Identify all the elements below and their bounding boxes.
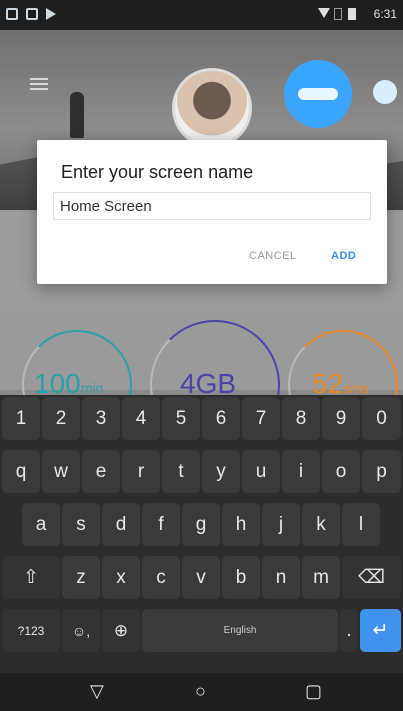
enter-arrow-icon: ↵ [372,620,389,641]
key-g[interactable]: g [182,503,220,546]
key-k[interactable]: k [302,503,340,546]
symbols-key[interactable]: ?123 [2,609,60,652]
brand-logo-icon [298,88,338,100]
key-x[interactable]: x [102,556,140,599]
key-i[interactable]: i [282,450,320,493]
brand-badge[interactable] [284,60,352,128]
shift-arrow-icon: ⇧ [23,567,39,588]
emoji-comma-icon: ☺, [71,622,91,639]
soft-keyboard: 1 2 3 4 5 6 7 8 9 0 q w e r t y u i o p … [0,395,403,673]
status-bar: 6:31 [0,0,403,30]
space-key[interactable]: English [142,609,338,652]
navigation-bar: ▽ ○ ▢ [0,673,403,711]
backspace-key[interactable]: ⌫ [342,556,401,599]
home-circle-icon[interactable]: ○ [195,681,206,702]
key-b[interactable]: b [222,556,260,599]
sd-card-notification-icon [26,8,38,20]
hamburger-menu-icon[interactable] [30,78,48,90]
key-1[interactable]: 1 [2,397,40,440]
add-button[interactable]: ADD [331,250,356,262]
key-f[interactable]: f [142,503,180,546]
key-t[interactable]: t [162,450,200,493]
key-h[interactable]: h [222,503,260,546]
recents-square-icon[interactable]: ▢ [305,681,322,702]
key-3[interactable]: 3 [82,397,120,440]
clock: 6:31 [373,7,397,21]
key-p[interactable]: p [362,450,401,493]
hiker-image [70,92,84,138]
wifi-icon [318,8,330,18]
cancel-button[interactable]: CANCEL [249,250,297,262]
signal-icon [334,8,342,20]
language-key[interactable]: ⊕ [102,609,140,652]
key-o[interactable]: o [322,450,360,493]
backspace-icon: ⌫ [358,567,385,588]
key-v[interactable]: v [182,556,220,599]
key-r[interactable]: r [122,450,160,493]
dialog-title: Enter your screen name [61,162,254,182]
key-j[interactable]: j [262,503,300,546]
globe-icon: ⊕ [113,620,129,640]
key-l[interactable]: l [342,503,380,546]
key-0[interactable]: 0 [362,397,401,440]
screen-name-dialog: Enter your screen name CANCEL ADD [37,140,387,284]
key-5[interactable]: 5 [162,397,200,440]
key-8[interactable]: 8 [282,397,320,440]
screen-name-input[interactable] [53,192,371,220]
key-d[interactable]: d [102,503,140,546]
key-u[interactable]: u [242,450,280,493]
key-m[interactable]: m [302,556,340,599]
image-notification-icon [6,8,18,20]
key-9[interactable]: 9 [322,397,360,440]
comma-key[interactable]: ☺, [62,609,100,652]
key-s[interactable]: s [62,503,100,546]
key-y[interactable]: y [202,450,240,493]
shift-key[interactable]: ⇧ [2,556,60,599]
avatar[interactable] [172,68,252,148]
key-6[interactable]: 6 [202,397,240,440]
enter-key[interactable]: ↵ [360,609,401,652]
key-7[interactable]: 7 [242,397,280,440]
battery-icon [348,8,356,20]
period-key[interactable]: . [340,609,358,652]
back-triangle-icon[interactable]: ▽ [90,681,104,702]
key-w[interactable]: w [42,450,80,493]
key-a[interactable]: a [22,503,60,546]
key-c[interactable]: c [142,556,180,599]
key-2[interactable]: 2 [42,397,80,440]
key-q[interactable]: q [2,450,40,493]
key-n[interactable]: n [262,556,300,599]
play-store-notification-icon [46,8,56,20]
key-z[interactable]: z [62,556,100,599]
key-e[interactable]: e [82,450,120,493]
corner-logo-icon[interactable] [373,80,397,104]
key-4[interactable]: 4 [122,397,160,440]
